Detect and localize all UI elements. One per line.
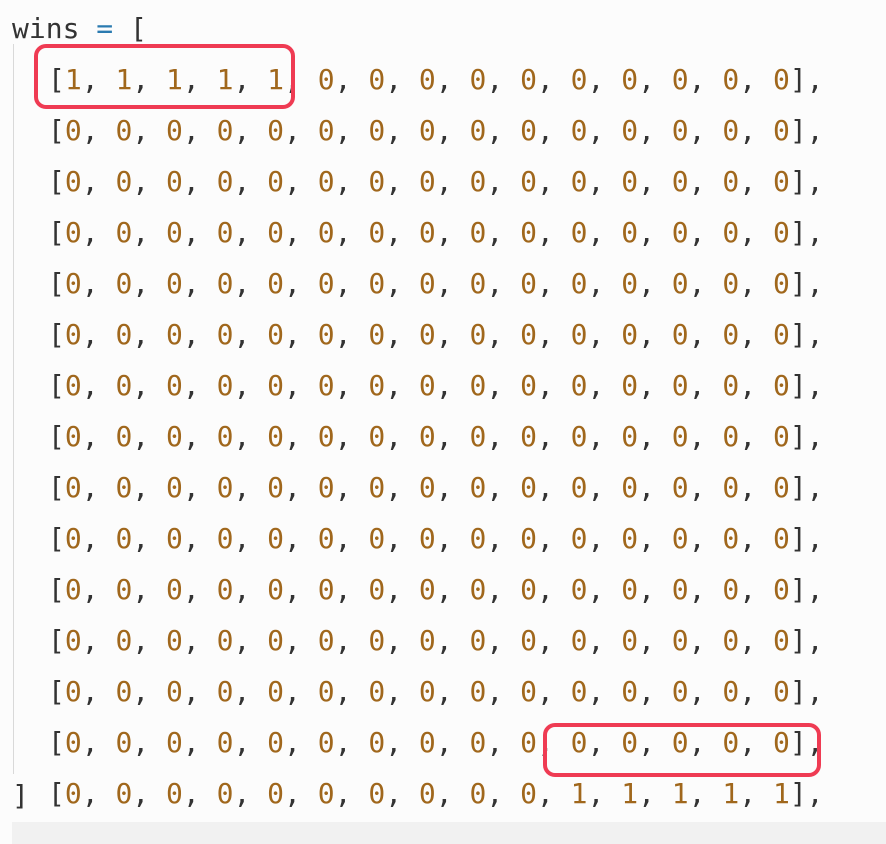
matrix-row: [0, 0, 0, 0, 0, 0, 0, 0, 0, 0, 0, 0, 0, … <box>48 522 824 555</box>
matrix-row: [0, 0, 0, 0, 0, 0, 0, 0, 0, 0, 0, 0, 0, … <box>48 216 824 249</box>
matrix-row: [0, 0, 0, 0, 0, 0, 0, 0, 0, 0, 0, 0, 0, … <box>48 726 824 759</box>
matrix-row: [0, 0, 0, 0, 0, 0, 0, 0, 0, 0, 0, 0, 0, … <box>48 675 824 708</box>
matrix-row: [0, 0, 0, 0, 0, 0, 0, 0, 0, 0, 0, 0, 0, … <box>48 318 824 351</box>
matrix-row: [0, 0, 0, 0, 0, 0, 0, 0, 0, 0, 0, 0, 0, … <box>48 573 824 606</box>
matrix-row: [1, 1, 1, 1, 1, 0, 0, 0, 0, 0, 0, 0, 0, … <box>48 63 824 96</box>
code-block: wins = [ [1, 1, 1, 1, 1, 0, 0, 0, 0, 0, … <box>0 0 886 822</box>
matrix-row: [0, 0, 0, 0, 0, 0, 0, 0, 0, 0, 0, 0, 0, … <box>48 420 824 453</box>
variable-identifier: wins <box>12 12 80 45</box>
matrix-row: [0, 0, 0, 0, 0, 0, 0, 0, 0, 0, 0, 0, 0, … <box>48 369 824 402</box>
assignment-operator: = <box>96 12 114 45</box>
code-line-declaration: wins = [ <box>12 4 147 54</box>
matrix-row: [0, 0, 0, 0, 0, 0, 0, 0, 0, 0, 0, 0, 0, … <box>48 114 824 147</box>
code-line-closing: ] <box>12 771 29 821</box>
matrix-row: [0, 0, 0, 0, 0, 0, 0, 0, 0, 0, 0, 0, 0, … <box>48 165 824 198</box>
indent-guide <box>13 44 14 774</box>
bottom-scroll-bar[interactable] <box>12 822 886 844</box>
matrix-row: [0, 0, 0, 0, 0, 0, 0, 0, 0, 0, 0, 0, 0, … <box>48 624 824 657</box>
matrix-row: [0, 0, 0, 0, 0, 0, 0, 0, 0, 0, 1, 1, 1, … <box>48 777 824 810</box>
open-bracket: [ <box>130 12 147 45</box>
close-bracket: ] <box>12 779 29 812</box>
matrix-row: [0, 0, 0, 0, 0, 0, 0, 0, 0, 0, 0, 0, 0, … <box>48 267 824 300</box>
matrix-row: [0, 0, 0, 0, 0, 0, 0, 0, 0, 0, 0, 0, 0, … <box>48 471 824 504</box>
